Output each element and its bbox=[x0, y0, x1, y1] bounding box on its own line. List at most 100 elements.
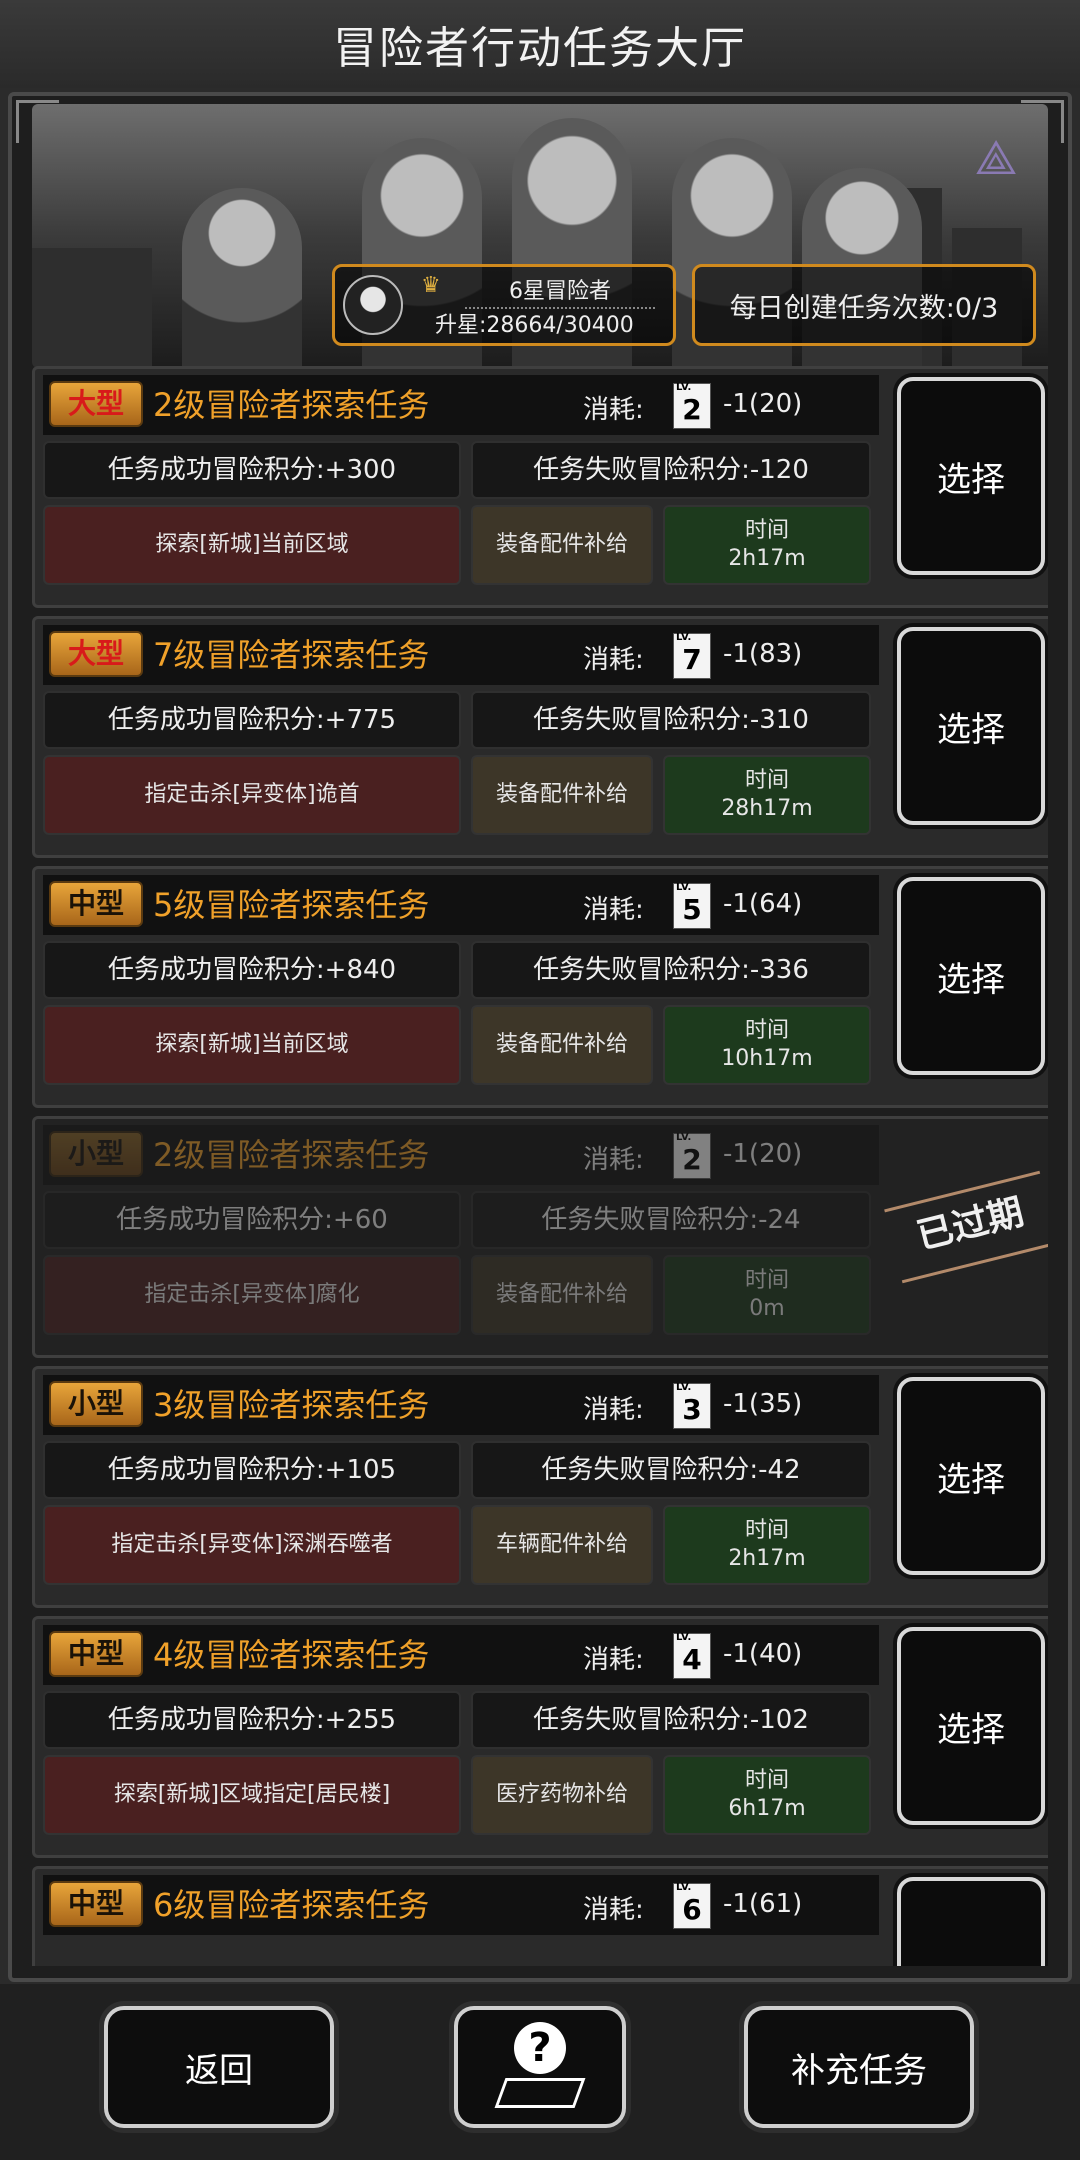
level-card-icon: LV. 2 bbox=[673, 382, 711, 429]
task-card: 大型 2级冒险者探索任务 消耗: LV. 2 -1(20) 任务成功冒险积分:+3… bbox=[32, 366, 1048, 608]
task-list[interactable]: 大型 2级冒险者探索任务 消耗: LV. 2 -1(20) 任务成功冒险积分:+3… bbox=[32, 366, 1048, 1966]
task-card: 中型 6级冒险者探索任务 消耗: LV. 6 -1(61) bbox=[32, 1866, 1048, 1966]
level-card-number: 7 bbox=[682, 643, 702, 676]
task-name: 7级冒险者探索任务 bbox=[153, 636, 430, 674]
rank-panel[interactable]: ♛ 6星冒险者 升星:28664/30400 bbox=[332, 264, 676, 346]
level-card-number: 3 bbox=[682, 1393, 702, 1426]
level-card-number: 4 bbox=[682, 1643, 702, 1676]
select-button[interactable]: 选择 bbox=[897, 877, 1045, 1075]
task-card-expired: 小型 2级冒险者探索任务 消耗: LV. 2 -1(20) 任务成功冒险积分:+6… bbox=[32, 1116, 1048, 1358]
faction-emblem-icon: ⟁ bbox=[974, 130, 1018, 186]
success-reward: 任务成功冒险积分:+255 bbox=[43, 1691, 461, 1749]
task-type-badge: 中型 bbox=[49, 1631, 143, 1677]
fail-penalty: 任务失败冒险积分:-120 bbox=[471, 441, 871, 499]
select-button[interactable]: 选择 bbox=[897, 377, 1045, 575]
task-type-badge: 中型 bbox=[49, 1881, 143, 1927]
cost-label: 消耗: bbox=[583, 895, 644, 925]
time-label: 时间 bbox=[744, 1018, 789, 1043]
select-button[interactable]: 选择 bbox=[897, 1377, 1045, 1575]
task-objective: 探索[新城]区域指定[居民楼] bbox=[43, 1755, 461, 1835]
select-button[interactable]: 选择 bbox=[897, 627, 1045, 825]
daily-task-counter: 每日创建任务次数:0/3 bbox=[692, 264, 1036, 346]
adventurers-banner: ⟁ ♛ 6星冒险者 升星:28664/30400 每日创建任务次数:0/3 bbox=[32, 104, 1048, 368]
task-supply: 装备配件补给 bbox=[471, 1005, 653, 1085]
task-name: 2级冒险者探索任务 bbox=[153, 1136, 430, 1174]
task-time: 时间 6h17m bbox=[663, 1755, 871, 1835]
help-question-map-icon: ? bbox=[494, 2022, 586, 2112]
task-card: 中型 4级冒险者探索任务 消耗: LV. 4 -1(40) 任务成功冒险积分:+2… bbox=[32, 1616, 1048, 1858]
success-reward: 任务成功冒险积分:+775 bbox=[43, 691, 461, 749]
task-header: 小型 3级冒险者探索任务 消耗: LV. 3 -1(35) bbox=[43, 1375, 879, 1435]
task-card: 中型 5级冒险者探索任务 消耗: LV. 5 -1(64) 任务成功冒险积分:+8… bbox=[32, 866, 1048, 1108]
success-reward: 任务成功冒险积分:+840 bbox=[43, 941, 461, 999]
task-name: 5级冒险者探索任务 bbox=[153, 886, 430, 924]
task-supply: 车辆配件补给 bbox=[471, 1505, 653, 1585]
refill-tasks-button[interactable]: 补充任务 bbox=[744, 2006, 974, 2128]
time-value: 6h17m bbox=[728, 1796, 806, 1821]
rank-progress: 升星:28664/30400 bbox=[435, 313, 634, 338]
level-card-icon: LV. 7 bbox=[673, 632, 711, 679]
time-value: 2h17m bbox=[728, 546, 806, 571]
task-type-badge: 大型 bbox=[49, 631, 143, 677]
success-reward: 任务成功冒险积分:+300 bbox=[43, 441, 461, 499]
level-card-number: 6 bbox=[682, 1893, 702, 1926]
level-card-number: 2 bbox=[682, 393, 702, 426]
level-card-icon: LV. 2 bbox=[673, 1132, 711, 1179]
cost-label: 消耗: bbox=[583, 1145, 644, 1175]
time-label: 时间 bbox=[744, 1768, 789, 1793]
cost-label: 消耗: bbox=[583, 645, 644, 675]
task-type-badge: 中型 bbox=[49, 881, 143, 927]
task-card: 小型 3级冒险者探索任务 消耗: LV. 3 -1(35) 任务成功冒险积分:+1… bbox=[32, 1366, 1048, 1608]
task-header: 小型 2级冒险者探索任务 消耗: LV. 2 -1(20) bbox=[43, 1125, 879, 1185]
select-button[interactable]: 选择 bbox=[897, 1627, 1045, 1825]
building-silhouette bbox=[32, 248, 152, 368]
task-time: 时间 28h17m bbox=[663, 755, 871, 835]
fail-penalty: 任务失败冒险积分:-102 bbox=[471, 1691, 871, 1749]
fail-penalty: 任务失败冒险积分:-336 bbox=[471, 941, 871, 999]
back-button[interactable]: 返回 bbox=[104, 2006, 334, 2128]
page-title: 冒险者行动任务大厅 bbox=[333, 23, 747, 74]
fail-penalty: 任务失败冒险积分:-310 bbox=[471, 691, 871, 749]
time-value: 0m bbox=[749, 1296, 785, 1321]
task-header: 大型 7级冒险者探索任务 消耗: LV. 7 -1(83) bbox=[43, 625, 879, 685]
task-name: 6级冒险者探索任务 bbox=[153, 1886, 430, 1924]
cost-value: -1(61) bbox=[723, 1889, 803, 1919]
level-card-number: 5 bbox=[682, 893, 702, 926]
cost-label: 消耗: bbox=[583, 1895, 644, 1925]
cost-label: 消耗: bbox=[583, 1645, 644, 1675]
task-objective: 指定击杀[异变体]腐化 bbox=[43, 1255, 461, 1335]
fail-penalty: 任务失败冒险积分:-24 bbox=[471, 1191, 871, 1249]
adventurer-portrait bbox=[182, 188, 302, 368]
task-hall-frame: ⟁ ♛ 6星冒险者 升星:28664/30400 每日创建任务次数:0/3 大型… bbox=[8, 92, 1072, 1982]
cost-value: -1(40) bbox=[723, 1639, 803, 1669]
task-time: 时间 10h17m bbox=[663, 1005, 871, 1085]
player-avatar bbox=[343, 275, 403, 335]
task-time: 时间 2h17m bbox=[663, 505, 871, 585]
daily-task-text: 每日创建任务次数:0/3 bbox=[729, 292, 999, 324]
success-reward: 任务成功冒险积分:+60 bbox=[43, 1191, 461, 1249]
task-objective: 探索[新城]当前区域 bbox=[43, 1005, 461, 1085]
time-label: 时间 bbox=[744, 1518, 789, 1543]
task-type-badge: 大型 bbox=[49, 381, 143, 427]
task-card: 大型 7级冒险者探索任务 消耗: LV. 7 -1(83) 任务成功冒险积分:+7… bbox=[32, 616, 1048, 858]
rank-title: 6星冒险者 bbox=[465, 273, 655, 309]
fail-penalty: 任务失败冒险积分:-42 bbox=[471, 1441, 871, 1499]
task-type-badge: 小型 bbox=[49, 1381, 143, 1427]
time-value: 2h17m bbox=[728, 1546, 806, 1571]
level-card-icon: LV. 5 bbox=[673, 882, 711, 929]
task-supply: 医疗药物补给 bbox=[471, 1755, 653, 1835]
cost-label: 消耗: bbox=[583, 395, 644, 425]
level-card-icon: LV. 6 bbox=[673, 1882, 711, 1929]
cost-value: -1(20) bbox=[723, 1139, 803, 1169]
task-objective: 探索[新城]当前区域 bbox=[43, 505, 461, 585]
select-button[interactable] bbox=[897, 1877, 1045, 1966]
cost-value: -1(35) bbox=[723, 1389, 803, 1419]
task-supply: 装备配件补给 bbox=[471, 505, 653, 585]
task-header: 中型 4级冒险者探索任务 消耗: LV. 4 -1(40) bbox=[43, 1625, 879, 1685]
task-type-badge: 小型 bbox=[49, 1131, 143, 1177]
help-button[interactable]: ? bbox=[454, 2006, 626, 2128]
task-supply: 装备配件补给 bbox=[471, 1255, 653, 1335]
task-name: 3级冒险者探索任务 bbox=[153, 1386, 430, 1424]
task-header: 中型 5级冒险者探索任务 消耗: LV. 5 -1(64) bbox=[43, 875, 879, 935]
time-label: 时间 bbox=[744, 1268, 789, 1293]
